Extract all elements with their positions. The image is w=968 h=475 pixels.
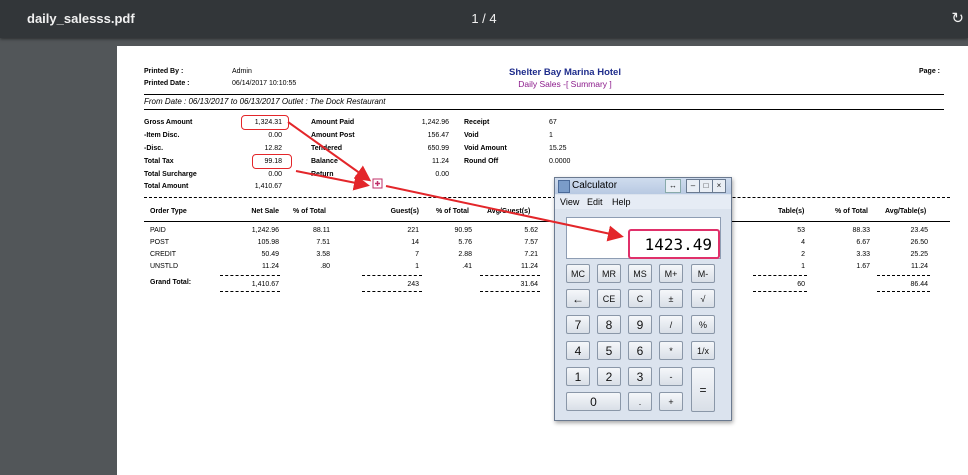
annotation-arrows xyxy=(287,121,624,242)
arrow-gross-to-sum xyxy=(287,121,372,182)
arrow-tax-to-sum xyxy=(295,170,370,191)
page-indicator: 1 / 4 xyxy=(471,11,497,26)
pdf-toolbar: daily_salesss.pdf 1 / 4 ↻ xyxy=(0,0,968,38)
rotate-icon[interactable]: ↻ xyxy=(951,9,964,27)
arrow-sum-to-calculator xyxy=(385,185,624,242)
